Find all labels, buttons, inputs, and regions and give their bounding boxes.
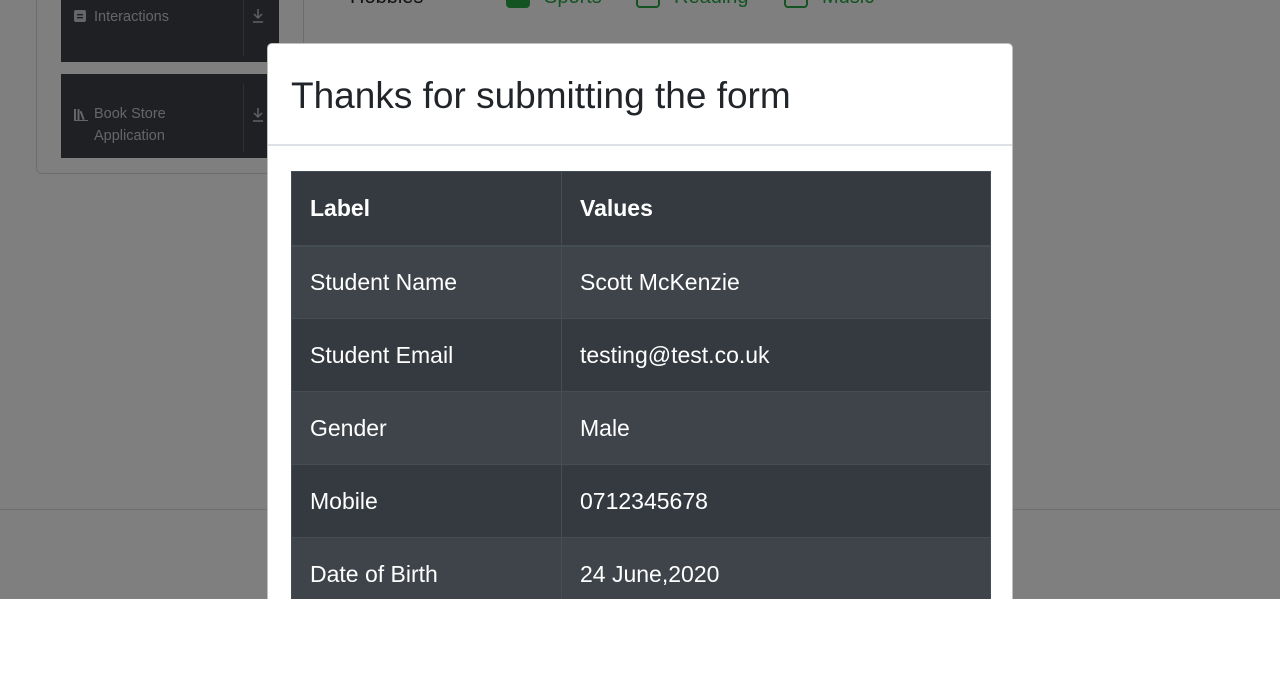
table-row: Student Email testing@test.co.uk	[291, 318, 991, 392]
results-table: Label Values Student Name Scott McKenzie…	[291, 171, 991, 611]
modal-title: Thanks for submitting the form	[291, 75, 791, 116]
modal-header: Thanks for submitting the form	[268, 44, 1012, 146]
row-value: 0712345678	[561, 464, 991, 538]
table-header-row: Label Values	[291, 171, 991, 247]
viewport-bottom-blank	[0, 599, 1280, 682]
row-label: Student Name	[291, 245, 562, 319]
row-label: Gender	[291, 391, 562, 465]
column-header-values: Values	[561, 171, 991, 247]
row-value: testing@test.co.uk	[561, 318, 991, 392]
table-row: Student Name Scott McKenzie	[291, 245, 991, 319]
row-label: Student Email	[291, 318, 562, 392]
table-row: Gender Male	[291, 391, 991, 465]
row-value: Male	[561, 391, 991, 465]
column-header-label: Label	[291, 171, 562, 247]
row-value: Scott McKenzie	[561, 245, 991, 319]
submission-modal: Thanks for submitting the form Label Val…	[267, 43, 1013, 643]
row-label: Mobile	[291, 464, 562, 538]
table-row: Mobile 0712345678	[291, 464, 991, 538]
